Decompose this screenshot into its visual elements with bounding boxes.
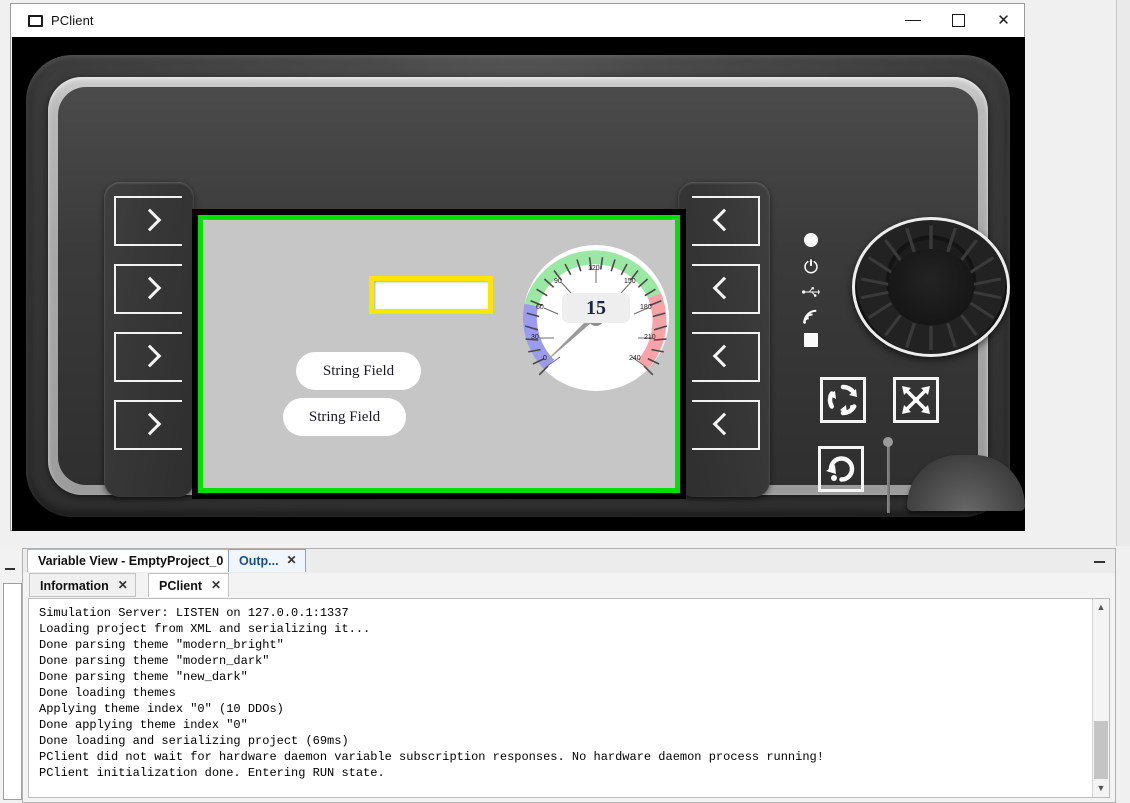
softkey-right-2[interactable] bbox=[692, 264, 760, 314]
undo-button[interactable] bbox=[818, 446, 864, 492]
console-line: Loading project from XML and serializing… bbox=[39, 621, 1093, 637]
tab-label: Information bbox=[40, 579, 109, 593]
tab-label: Variable View - EmptyProject_0 bbox=[38, 554, 223, 568]
ide-left-strip-panel bbox=[3, 583, 22, 800]
maximize-icon bbox=[952, 14, 965, 27]
gauge-tick-150: 150 bbox=[624, 278, 636, 285]
console-line: Applying theme index "0" (10 DDOs) bbox=[39, 701, 1093, 717]
softkey-left-1[interactable] bbox=[114, 196, 182, 246]
softkey-right-1[interactable] bbox=[692, 196, 760, 246]
gauge-tick-120: 120 bbox=[588, 265, 600, 272]
window-maximize-button[interactable] bbox=[936, 4, 982, 36]
led-indicator-icon bbox=[804, 233, 818, 247]
minimize-icon bbox=[905, 20, 921, 21]
softkey-right-4[interactable] bbox=[692, 400, 760, 450]
softkey-left-3[interactable] bbox=[114, 332, 182, 382]
screen-button-string-field-2[interactable]: String Field bbox=[283, 398, 406, 436]
close-icon: ✕ bbox=[996, 14, 1011, 27]
console-line: Done parsing theme "modern_dark" bbox=[39, 653, 1093, 669]
pclient-title-bar[interactable]: PClient ✕ bbox=[11, 4, 1024, 38]
console-line: Done loading themes bbox=[39, 685, 1093, 701]
softkey-right-3[interactable] bbox=[692, 332, 760, 382]
scrollbar-thumb[interactable] bbox=[1094, 721, 1108, 779]
button-label: String Field bbox=[309, 409, 380, 426]
power-icon[interactable] bbox=[802, 257, 820, 275]
app-root: PClient ✕ bbox=[0, 0, 1130, 803]
window-icon bbox=[28, 15, 43, 27]
window-title: PClient bbox=[51, 13, 94, 28]
console-line: PClient initialization done. Entering RU… bbox=[39, 765, 1093, 781]
softkey-left-2[interactable] bbox=[114, 264, 182, 314]
four-way-arrows-icon bbox=[896, 380, 936, 420]
pclient-window: PClient ✕ bbox=[10, 3, 1025, 531]
window-close-button[interactable]: ✕ bbox=[981, 4, 1027, 36]
console-line: Simulation Server: LISTEN on 127.0.0.1:1… bbox=[39, 605, 1093, 621]
device-bezel: String Field String Field bbox=[48, 77, 988, 495]
window-minimize-button[interactable] bbox=[890, 4, 936, 36]
knob-center bbox=[888, 249, 973, 324]
lever-stick-knob[interactable] bbox=[883, 437, 893, 447]
console-line: PClient did not wait for hardware daemon… bbox=[39, 749, 1093, 765]
wifi-icon bbox=[802, 307, 820, 325]
tab-information[interactable]: Information ✕ bbox=[29, 573, 136, 597]
console-tab-bar: Information ✕ PClient ✕ bbox=[23, 573, 1115, 597]
console-output-area: Simulation Server: LISTEN on 127.0.0.1:1… bbox=[28, 598, 1110, 798]
console-line: Done applying theme index "0" bbox=[39, 717, 1093, 733]
pclient-viewport: String Field String Field bbox=[12, 37, 1025, 531]
scroll-down-icon[interactable]: ▼ bbox=[1093, 780, 1109, 797]
rotary-knob[interactable] bbox=[852, 217, 1010, 357]
usb-icon bbox=[802, 285, 820, 299]
refresh-button[interactable] bbox=[820, 377, 866, 423]
console-line: Done parsing theme "modern_bright" bbox=[39, 637, 1093, 653]
lever-stick[interactable] bbox=[887, 439, 890, 513]
softkey-left-4[interactable] bbox=[114, 400, 182, 450]
gauge-tick-180: 180 bbox=[640, 304, 652, 311]
view-tab-bar: Variable View - EmptyProject_0 Outp... ✕ bbox=[23, 549, 1115, 574]
gauge-value: 15 bbox=[562, 293, 630, 323]
console-line: Done parsing theme "new_dark" bbox=[39, 669, 1093, 685]
device-mockup: String Field String Field bbox=[26, 55, 1010, 517]
tab-output[interactable]: Outp... ✕ bbox=[228, 549, 306, 572]
stop-square-icon bbox=[804, 333, 818, 347]
screen-button-string-field-1[interactable]: String Field bbox=[296, 352, 421, 390]
undo-arrow-icon bbox=[821, 449, 861, 489]
dock-minimize-button[interactable] bbox=[1091, 554, 1107, 568]
gauge-tick-30: 30 bbox=[531, 334, 539, 341]
left-strip-minimize-button[interactable] bbox=[2, 561, 18, 575]
console-line: Done loading and serializing project (69… bbox=[39, 733, 1093, 749]
gauge-tick-240: 240 bbox=[629, 355, 641, 362]
left-softkey-pod bbox=[104, 182, 194, 497]
circular-arrows-icon bbox=[823, 380, 863, 420]
minimize-icon bbox=[1094, 561, 1105, 563]
console-text[interactable]: Simulation Server: LISTEN on 127.0.0.1:1… bbox=[29, 599, 1093, 797]
device-screen: String Field String Field bbox=[198, 215, 680, 493]
right-softkey-pod bbox=[678, 182, 770, 497]
device-face: String Field String Field bbox=[58, 87, 978, 485]
close-icon[interactable]: ✕ bbox=[118, 579, 128, 591]
speed-gauge: 0 30 60 90 120 150 180 210 240 15 bbox=[516, 238, 676, 398]
tab-label: PClient bbox=[159, 579, 202, 593]
gauge-tick-210: 210 bbox=[644, 334, 656, 341]
close-icon[interactable]: ✕ bbox=[286, 554, 298, 566]
expand-button[interactable] bbox=[893, 377, 939, 423]
close-icon[interactable]: ✕ bbox=[211, 579, 221, 591]
ide-right-strip bbox=[1116, 0, 1130, 546]
scroll-up-icon[interactable]: ▲ bbox=[1093, 599, 1109, 616]
tab-label: Outp... bbox=[239, 554, 279, 568]
string-input-field[interactable] bbox=[369, 276, 493, 314]
minimize-icon bbox=[5, 568, 15, 570]
gauge-tick-60: 60 bbox=[536, 304, 544, 311]
gauge-tick-0: 0 bbox=[543, 355, 547, 362]
tab-variable-view[interactable]: Variable View - EmptyProject_0 bbox=[27, 549, 234, 572]
joystick-dome[interactable] bbox=[907, 455, 1025, 511]
console-scrollbar[interactable]: ▲ ▼ bbox=[1092, 599, 1109, 797]
bottom-dock-panel: Variable View - EmptyProject_0 Outp... ✕… bbox=[22, 548, 1116, 803]
tab-pclient[interactable]: PClient ✕ bbox=[148, 573, 229, 597]
gauge-tick-90: 90 bbox=[554, 278, 562, 285]
button-label: String Field bbox=[323, 363, 394, 380]
